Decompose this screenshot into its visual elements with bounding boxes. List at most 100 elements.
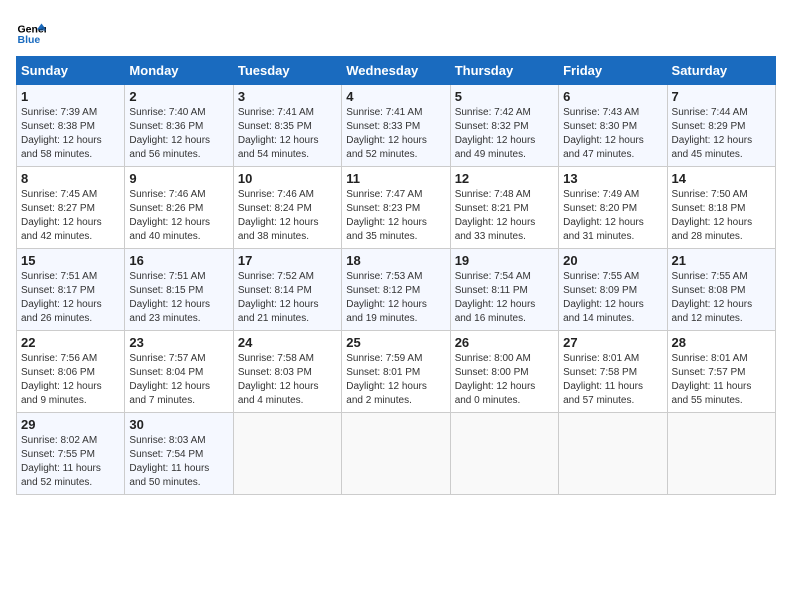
day-number: 3 [238,89,337,104]
calendar-week-2: 8 Sunrise: 7:45 AM Sunset: 8:27 PM Daylig… [17,167,776,249]
cell-content: Sunrise: 8:00 AM Sunset: 8:00 PM Dayligh… [455,352,554,408]
header-friday: Friday [559,57,667,85]
cell-content: Sunrise: 7:49 AM Sunset: 8:20 PM Dayligh… [563,188,662,244]
calendar-header-row: SundayMondayTuesdayWednesdayThursdayFrid… [17,57,776,85]
header-saturday: Saturday [667,57,775,85]
calendar-cell: 28 Sunrise: 8:01 AM Sunset: 7:57 PM Dayli… [667,331,775,413]
calendar-cell: 8 Sunrise: 7:45 AM Sunset: 8:27 PM Daylig… [17,167,125,249]
calendar-cell: 13 Sunrise: 7:49 AM Sunset: 8:20 PM Dayli… [559,167,667,249]
day-number: 24 [238,335,337,350]
day-number: 16 [129,253,228,268]
calendar-cell: 11 Sunrise: 7:47 AM Sunset: 8:23 PM Dayli… [342,167,450,249]
calendar-cell: 16 Sunrise: 7:51 AM Sunset: 8:15 PM Dayli… [125,249,233,331]
cell-content: Sunrise: 7:51 AM Sunset: 8:15 PM Dayligh… [129,270,228,326]
day-number: 29 [21,417,120,432]
calendar-cell: 22Sunrise: 7:56 AM Sunset: 8:06 PM Dayli… [17,331,125,413]
cell-content: Sunrise: 7:46 AM Sunset: 8:26 PM Dayligh… [129,188,228,244]
day-number: 17 [238,253,337,268]
day-number: 27 [563,335,662,350]
day-number: 21 [672,253,771,268]
calendar-cell: 12 Sunrise: 7:48 AM Sunset: 8:21 PM Dayli… [450,167,558,249]
cell-content: Sunrise: 7:42 AM Sunset: 8:32 PM Dayligh… [455,106,554,162]
calendar-cell [342,413,450,495]
calendar-cell: 10 Sunrise: 7:46 AM Sunset: 8:24 PM Dayli… [233,167,341,249]
calendar-cell: 6Sunrise: 7:43 AM Sunset: 8:30 PM Daylig… [559,85,667,167]
calendar-cell: 21 Sunrise: 7:55 AM Sunset: 8:08 PM Dayli… [667,249,775,331]
calendar-cell: 7 Sunrise: 7:44 AM Sunset: 8:29 PM Daylig… [667,85,775,167]
cell-content: Sunrise: 7:58 AM Sunset: 8:03 PM Dayligh… [238,352,337,408]
header-tuesday: Tuesday [233,57,341,85]
calendar-cell: 1 Sunrise: 7:39 AM Sunset: 8:38 PM Daylig… [17,85,125,167]
day-number: 9 [129,171,228,186]
cell-content: Sunrise: 7:50 AM Sunset: 8:18 PM Dayligh… [672,188,771,244]
calendar-cell: 29 Sunrise: 8:02 AM Sunset: 7:55 PM Dayli… [17,413,125,495]
day-number: 8 [21,171,120,186]
calendar-week-5: 29 Sunrise: 8:02 AM Sunset: 7:55 PM Dayli… [17,413,776,495]
cell-content: Sunrise: 8:01 AM Sunset: 7:57 PM Dayligh… [672,352,771,408]
calendar-week-1: 1 Sunrise: 7:39 AM Sunset: 8:38 PM Daylig… [17,85,776,167]
cell-content: Sunrise: 7:51 AM Sunset: 8:17 PM Dayligh… [21,270,120,326]
calendar-cell: 15 Sunrise: 7:51 AM Sunset: 8:17 PM Dayli… [17,249,125,331]
day-number: 12 [455,171,554,186]
calendar-cell [559,413,667,495]
header-sunday: Sunday [17,57,125,85]
header-wednesday: Wednesday [342,57,450,85]
cell-content: Sunrise: 7:46 AM Sunset: 8:24 PM Dayligh… [238,188,337,244]
day-number: 6 [563,89,662,104]
day-number: 7 [672,89,771,104]
svg-text:Blue: Blue [18,34,41,46]
calendar-cell: 27 Sunrise: 8:01 AM Sunset: 7:58 PM Dayli… [559,331,667,413]
calendar-cell: 5Sunrise: 7:42 AM Sunset: 8:32 PM Daylig… [450,85,558,167]
page-header: General Blue [16,16,776,46]
calendar-cell: 26 Sunrise: 8:00 AM Sunset: 8:00 PM Dayli… [450,331,558,413]
header-monday: Monday [125,57,233,85]
calendar-cell: 2Sunrise: 7:40 AM Sunset: 8:36 PM Daylig… [125,85,233,167]
cell-content: Sunrise: 7:39 AM Sunset: 8:38 PM Dayligh… [21,106,120,162]
day-number: 19 [455,253,554,268]
calendar-cell: 18 Sunrise: 7:53 AM Sunset: 8:12 PM Dayli… [342,249,450,331]
day-number: 26 [455,335,554,350]
cell-content: Sunrise: 7:41 AM Sunset: 8:35 PM Dayligh… [238,106,337,162]
day-number: 14 [672,171,771,186]
day-number: 25 [346,335,445,350]
cell-content: Sunrise: 7:48 AM Sunset: 8:21 PM Dayligh… [455,188,554,244]
calendar-cell: 30 Sunrise: 8:03 AM Sunset: 7:54 PM Dayli… [125,413,233,495]
cell-content: Sunrise: 7:53 AM Sunset: 8:12 PM Dayligh… [346,270,445,326]
calendar-cell: 23 Sunrise: 7:57 AM Sunset: 8:04 PM Dayli… [125,331,233,413]
day-number: 10 [238,171,337,186]
cell-content: Sunrise: 7:44 AM Sunset: 8:29 PM Dayligh… [672,106,771,162]
calendar-cell [667,413,775,495]
cell-content: Sunrise: 7:55 AM Sunset: 8:09 PM Dayligh… [563,270,662,326]
cell-content: Sunrise: 7:55 AM Sunset: 8:08 PM Dayligh… [672,270,771,326]
day-number: 11 [346,171,445,186]
cell-content: Sunrise: 7:56 AM Sunset: 8:06 PM Dayligh… [21,352,120,408]
day-number: 28 [672,335,771,350]
cell-content: Sunrise: 7:59 AM Sunset: 8:01 PM Dayligh… [346,352,445,408]
calendar-cell [233,413,341,495]
logo: General Blue [16,16,50,46]
cell-content: Sunrise: 8:02 AM Sunset: 7:55 PM Dayligh… [21,434,120,490]
calendar-table: SundayMondayTuesdayWednesdayThursdayFrid… [16,56,776,495]
calendar-cell: 20 Sunrise: 7:55 AM Sunset: 8:09 PM Dayli… [559,249,667,331]
cell-content: Sunrise: 7:47 AM Sunset: 8:23 PM Dayligh… [346,188,445,244]
cell-content: Sunrise: 7:57 AM Sunset: 8:04 PM Dayligh… [129,352,228,408]
day-number: 1 [21,89,120,104]
day-number: 15 [21,253,120,268]
day-number: 13 [563,171,662,186]
day-number: 18 [346,253,445,268]
day-number: 20 [563,253,662,268]
cell-content: Sunrise: 8:01 AM Sunset: 7:58 PM Dayligh… [563,352,662,408]
day-number: 2 [129,89,228,104]
calendar-week-4: 22Sunrise: 7:56 AM Sunset: 8:06 PM Dayli… [17,331,776,413]
calendar-cell [450,413,558,495]
calendar-cell: 9 Sunrise: 7:46 AM Sunset: 8:26 PM Daylig… [125,167,233,249]
cell-content: Sunrise: 7:45 AM Sunset: 8:27 PM Dayligh… [21,188,120,244]
calendar-cell: 24 Sunrise: 7:58 AM Sunset: 8:03 PM Dayli… [233,331,341,413]
day-number: 30 [129,417,228,432]
day-number: 23 [129,335,228,350]
cell-content: Sunrise: 7:41 AM Sunset: 8:33 PM Dayligh… [346,106,445,162]
cell-content: Sunrise: 8:03 AM Sunset: 7:54 PM Dayligh… [129,434,228,490]
calendar-cell: 4Sunrise: 7:41 AM Sunset: 8:33 PM Daylig… [342,85,450,167]
cell-content: Sunrise: 7:54 AM Sunset: 8:11 PM Dayligh… [455,270,554,326]
logo-icon: General Blue [16,16,46,46]
